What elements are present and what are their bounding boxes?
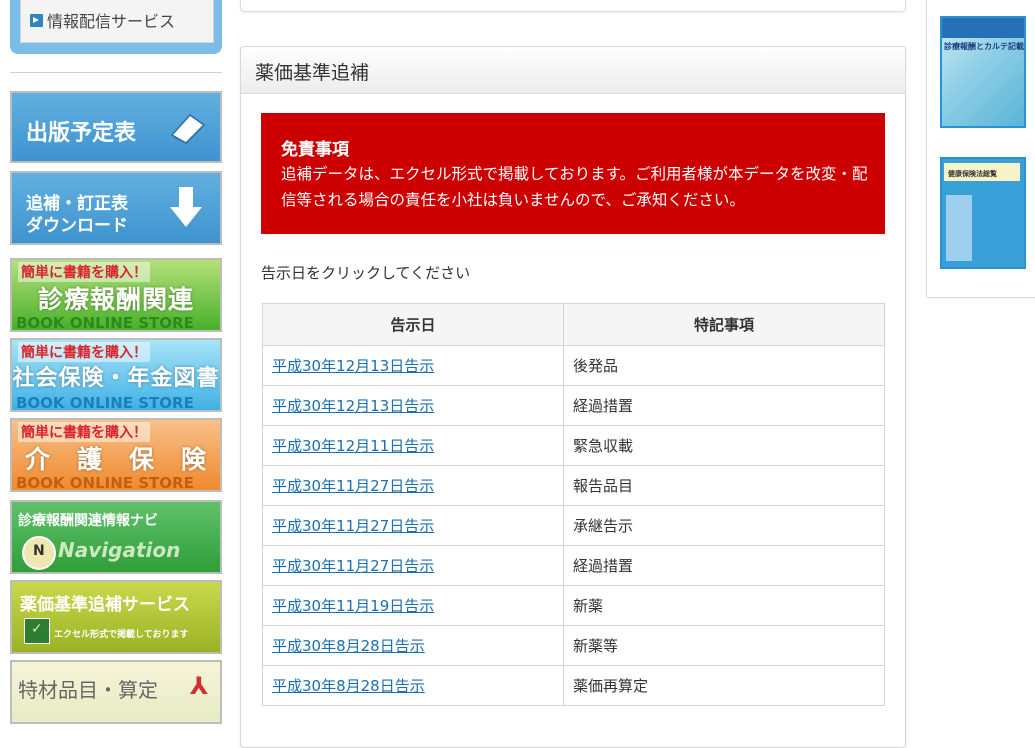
info-service-link[interactable]: 情報配信サービス [30, 8, 175, 32]
instruction-text: 告示日をクリックしてください [261, 264, 471, 282]
notice-date-link[interactable]: 平成30年12月13日告示 [272, 357, 434, 375]
store-banner-subtitle: BOOK ONLINE STORE [16, 314, 194, 332]
date-cell: 平成30年11月27日告示 [262, 465, 564, 506]
drug-price-panel: 薬価基準追補 免責事項 追補データは、エクセル形式で掲載しております。ご利用者様… [240, 46, 906, 748]
book-cover-band [942, 18, 1024, 38]
disclaimer-box: 免責事項 追補データは、エクセル形式で掲載しております。ご利用者様が本データを改… [261, 113, 885, 234]
notice-date-link[interactable]: 平成30年8月28日告示 [272, 637, 425, 655]
excel-icon [24, 618, 50, 644]
note-cell: 新薬 [563, 585, 885, 626]
store-banner-tagline: 簡単に書籍を購入！ [18, 422, 150, 442]
book-cover-title: 診療報酬とカルテ記載 [944, 42, 1024, 51]
notice-date-link[interactable]: 平成30年11月19日告示 [272, 597, 434, 615]
book-cover-title: 健康保険法総覧 [948, 170, 997, 178]
disclaimer-heading: 免責事項 [281, 140, 349, 160]
download-arrow-icon [170, 187, 202, 227]
pdf-icon: ⅄ [190, 672, 209, 700]
navi-banner-subtitle: Navigation [58, 538, 181, 562]
medical-fees-navi-banner[interactable]: 診療報酬関連情報ナビ Navigation [10, 500, 222, 574]
table-row: 平成30年12月13日告示 経過措置 [262, 385, 885, 426]
previous-panel-bottom [240, 0, 906, 12]
note-cell: 経過措置 [563, 385, 885, 426]
info-service-label: 情報配信サービス [47, 12, 176, 31]
book-cover-graphic [946, 195, 972, 261]
table-row: 平成30年11月27日告示 経過措置 [262, 545, 885, 586]
drug-price-service-title: 薬価基準追補サービス [20, 595, 190, 615]
table-row: 平成30年12月13日告示 後発品 [262, 345, 885, 386]
book-icon [170, 114, 206, 144]
store-banner-title: 介 護 保 険 [24, 445, 207, 474]
note-cell: 承継告示 [563, 505, 885, 546]
note-cell: 後発品 [563, 345, 885, 386]
drug-price-service-banner[interactable]: 薬価基準追補サービス エクセル形式で掲載しております [10, 580, 222, 654]
download-label-line2: ダウンロード [26, 216, 128, 236]
right-sidebar: 診療報酬とカルテ記載 健康保険法総覧 [926, 0, 1035, 298]
column-header-date: 告示日 [262, 303, 564, 346]
date-cell: 平成30年11月27日告示 [262, 505, 564, 546]
table-row: 平成30年12月11日告示 緊急収載 [262, 425, 885, 466]
book-cover-health-insurance[interactable]: 健康保険法総覧 [940, 157, 1026, 269]
table-row: 平成30年11月27日告示 報告品目 [262, 465, 885, 506]
panel-header: 薬価基準追補 [241, 47, 905, 94]
drug-price-service-subtitle: エクセル形式で掲載しております [54, 630, 189, 640]
notice-table: 告示日 特記事項 平成30年12月13日告示 後発品 平成30年12月13日告示… [262, 303, 885, 706]
publish-schedule-banner[interactable]: 出版予定表 [10, 91, 222, 163]
store-banner-social-insurance[interactable]: 簡単に書籍を購入！ 社会保険・年金図書 BOOK ONLINE STORE [10, 338, 222, 412]
publish-schedule-label: 出版予定表 [26, 121, 137, 146]
table-header-row: 告示日 特記事項 [262, 303, 885, 346]
book-cover-medical-records[interactable]: 診療報酬とカルテ記載 [940, 16, 1026, 128]
store-banner-subtitle: BOOK ONLINE STORE [16, 394, 194, 412]
column-header-notes: 特記事項 [563, 303, 885, 346]
note-cell: 薬価再算定 [563, 665, 885, 706]
store-banner-tagline: 簡単に書籍を購入！ [18, 342, 150, 362]
date-cell: 平成30年8月28日告示 [262, 665, 564, 706]
service-menu-box: 情報配信サービス [10, 0, 222, 54]
date-cell: 平成30年12月11日告示 [262, 425, 564, 466]
store-banner-nursing-care[interactable]: 簡単に書籍を購入！ 介 護 保 険 BOOK ONLINE STORE [10, 418, 222, 492]
store-banner-tagline: 簡単に書籍を購入！ [18, 262, 150, 282]
note-cell: 経過措置 [563, 545, 885, 586]
date-cell: 平成30年12月13日告示 [262, 345, 564, 386]
notice-date-link[interactable]: 平成30年11月27日告示 [272, 557, 434, 575]
store-banner-title: 社会保険・年金図書 [12, 366, 220, 391]
download-banner[interactable]: 追補・訂正表 ダウンロード [10, 171, 222, 245]
note-cell: 新薬等 [563, 625, 885, 666]
notice-date-link[interactable]: 平成30年12月13日告示 [272, 397, 434, 415]
date-cell: 平成30年8月28日告示 [262, 625, 564, 666]
date-cell: 平成30年12月13日告示 [262, 385, 564, 426]
date-cell: 平成30年11月19日告示 [262, 585, 564, 626]
notice-date-link[interactable]: 平成30年11月27日告示 [272, 477, 434, 495]
page-title: 薬価基準追補 [255, 62, 370, 84]
compass-icon [22, 536, 56, 570]
special-materials-banner[interactable]: 特材品目・算定 ⅄ [10, 660, 222, 724]
note-cell: 緊急収載 [563, 425, 885, 466]
sidebar-divider [10, 72, 222, 73]
book-cover-band: 健康保険法総覧 [944, 163, 1020, 181]
navi-banner-title: 診療報酬関連情報ナビ [18, 513, 158, 529]
notice-date-link[interactable]: 平成30年12月11日告示 [272, 437, 434, 455]
arrow-right-icon [30, 13, 43, 27]
store-banner-subtitle: BOOK ONLINE STORE [16, 474, 194, 492]
notice-date-link[interactable]: 平成30年8月28日告示 [272, 677, 425, 695]
table-row: 平成30年8月28日告示 新薬等 [262, 625, 885, 666]
table-row: 平成30年11月19日告示 新薬 [262, 585, 885, 626]
table-row: 平成30年11月27日告示 承継告示 [262, 505, 885, 546]
disclaimer-body: 追補データは、エクセル形式で掲載しております。ご利用者様が本データを改変・配信等… [281, 165, 868, 209]
note-cell: 報告品目 [563, 465, 885, 506]
date-cell: 平成30年11月27日告示 [262, 545, 564, 586]
store-banner-title: 診療報酬関連 [37, 285, 194, 314]
notice-date-link[interactable]: 平成30年11月27日告示 [272, 517, 434, 535]
table-row: 平成30年8月28日告示 薬価再算定 [262, 665, 885, 706]
special-materials-title: 特材品目・算定 [18, 678, 158, 702]
store-banner-medical-fees[interactable]: 簡単に書籍を購入！ 診療報酬関連 BOOK ONLINE STORE [10, 258, 222, 332]
